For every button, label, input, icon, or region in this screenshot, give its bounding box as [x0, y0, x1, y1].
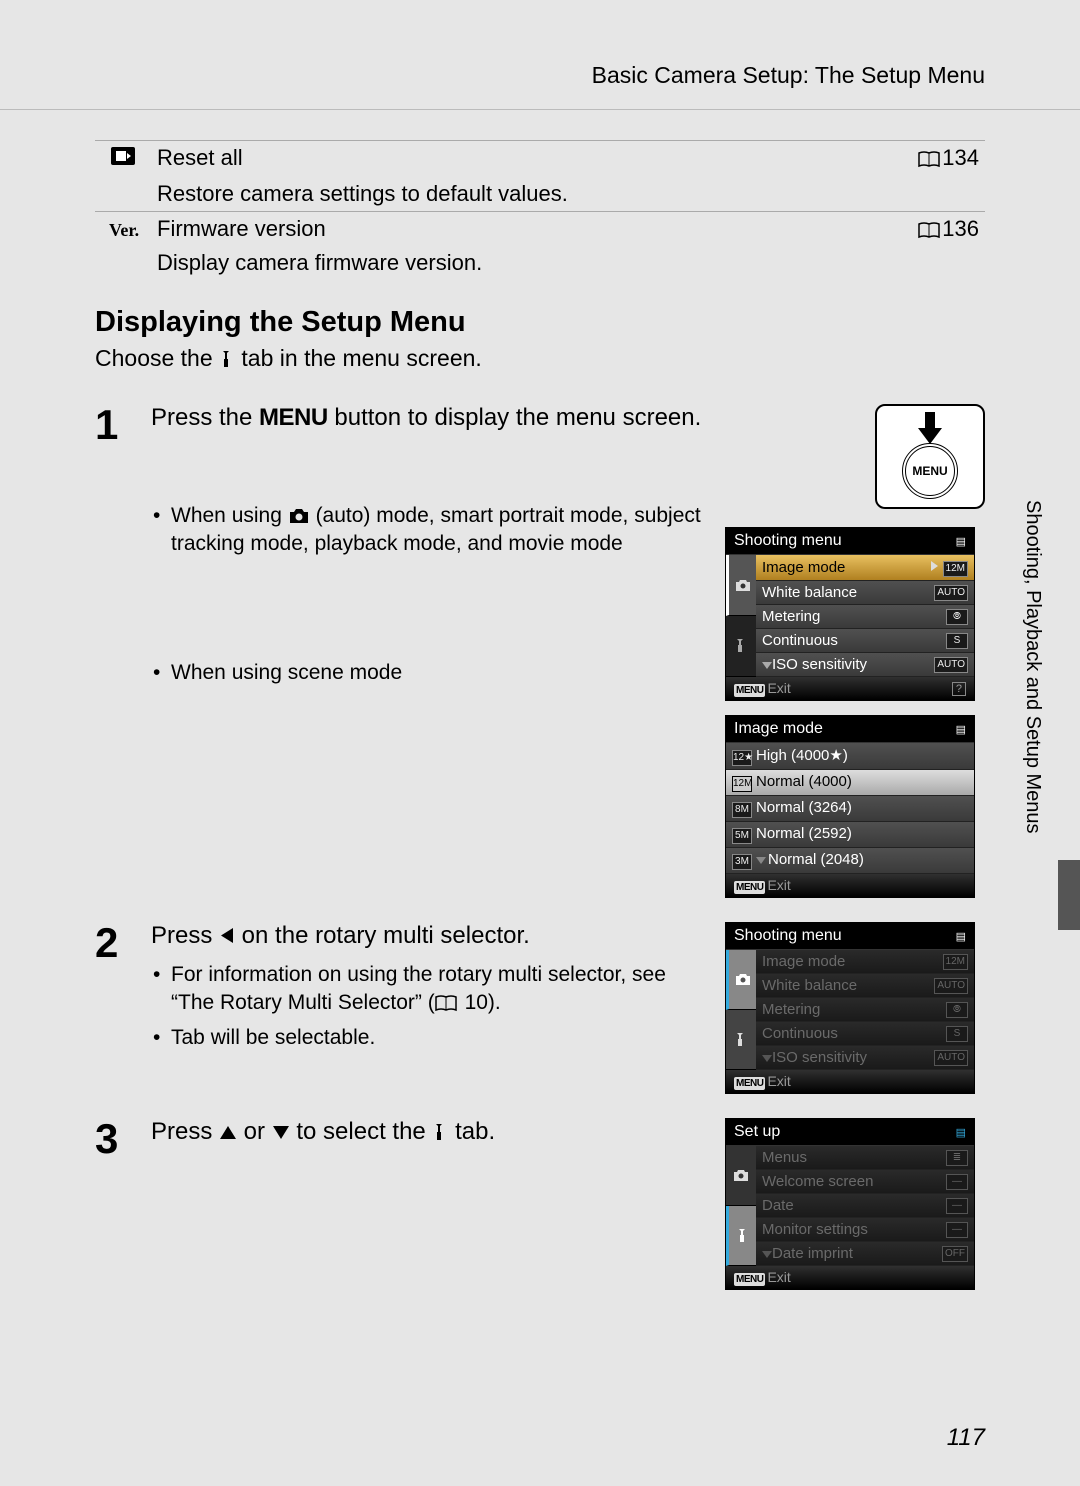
step-number: 2	[95, 922, 133, 964]
list-item: Date imprintOFF	[756, 1242, 974, 1266]
camera-icon	[288, 507, 310, 525]
step-2-bullet-1: For information on using the rotary mult…	[151, 961, 707, 1018]
tab-camera-icon	[726, 950, 756, 1010]
step-1-bullet-1: When using (auto) mode, smart portrait m…	[151, 502, 707, 559]
left-triangle-icon	[219, 923, 235, 951]
tab-wrench-icon	[726, 1010, 756, 1070]
list-item: Image mode12M	[756, 950, 974, 974]
shooting-menu-screen: Shooting menu▤ Image mode 12M White bala…	[725, 527, 975, 701]
step-number: 1	[95, 404, 133, 446]
reset-icon	[109, 145, 137, 167]
list-item: Menus≣	[756, 1146, 974, 1170]
page-number: 117	[947, 1424, 985, 1452]
step-2: 2 Press on the rotary multi selector. Fo…	[95, 922, 985, 1108]
step-2-bullet-2: Tab will be selectable.	[151, 1024, 707, 1052]
step-1-bullet-2: When using scene mode	[151, 659, 707, 687]
list-item: 12MNormal (4000)	[726, 770, 974, 796]
shooting-menu-screen-dim: Shooting menu▤ Image mode12M White balan…	[725, 922, 975, 1094]
list-item: ContinuousS	[756, 629, 974, 653]
book-icon	[435, 995, 457, 1012]
step-3: 3 Press or to select the tab. Set up▤ Me…	[95, 1118, 985, 1304]
wrench-icon	[219, 350, 235, 368]
side-thumb-tab	[1058, 860, 1080, 930]
firmware-desc: Display camera firmware version.	[151, 246, 985, 280]
list-item: White balanceAUTO	[756, 974, 974, 998]
list-item: ISO sensitivityAUTO	[756, 1046, 974, 1070]
list-item: Metering⦾	[756, 605, 974, 629]
book-icon	[918, 151, 940, 168]
tab-wrench-icon	[726, 1206, 756, 1266]
list-item: 3MNormal (2048)	[726, 848, 974, 874]
list-item: Image mode 12M	[756, 555, 974, 581]
list-item: White balanceAUTO	[756, 581, 974, 605]
section-heading: Displaying the Setup Menu	[95, 306, 985, 339]
down-triangle-icon	[272, 1119, 290, 1147]
book-icon	[918, 222, 940, 239]
menu-button-circle: MENU	[902, 443, 958, 499]
step-1: 1 Press the MENU button to display the m…	[95, 404, 985, 912]
tab-camera-icon	[726, 1146, 756, 1206]
list-item: Welcome screen—	[756, 1170, 974, 1194]
tab-camera-icon	[726, 555, 756, 616]
down-arrow-icon	[913, 412, 947, 451]
list-item: 12★High (4000★)	[726, 743, 974, 770]
version-icon: Ver.	[109, 220, 137, 242]
list-item: 5MNormal (2592)	[726, 822, 974, 848]
list-item: Metering⦾	[756, 998, 974, 1022]
firmware-page-ref: 136	[875, 212, 985, 247]
step-number: 3	[95, 1118, 133, 1160]
list-item: Date—	[756, 1194, 974, 1218]
settings-table: Reset all 134 Restore camera settings to…	[95, 140, 985, 280]
side-label: Shooting, Playback and Setup Menus	[1021, 500, 1044, 834]
list-item: ISO sensitivityAUTO	[756, 653, 974, 677]
up-triangle-icon	[219, 1119, 237, 1147]
wrench-icon	[432, 1123, 448, 1141]
section-intro: Choose the tab in the menu screen.	[95, 345, 985, 372]
page-header: Basic Camera Setup: The Setup Menu	[592, 62, 985, 89]
list-item: ContinuousS	[756, 1022, 974, 1046]
image-mode-screen: Image mode▤ 12★High (4000★) 12MNormal (4…	[725, 715, 975, 898]
reset-all-page-ref: 134	[875, 141, 985, 178]
list-item: Monitor settings—	[756, 1218, 974, 1242]
step-3-title: Press or to select the tab.	[151, 1118, 707, 1147]
list-item: 8MNormal (3264)	[726, 796, 974, 822]
step-1-title: Press the MENU button to display the men…	[151, 404, 707, 432]
reset-all-label: Reset all	[151, 141, 875, 178]
menu-button-graphic: MENU	[875, 404, 985, 509]
setup-screen: Set up▤ Menus≣ Welcome screen— Date— Mon…	[725, 1118, 975, 1290]
tab-wrench-icon	[726, 616, 756, 677]
step-2-title: Press on the rotary multi selector.	[151, 922, 707, 951]
reset-all-desc: Restore camera settings to default value…	[151, 177, 985, 212]
firmware-label: Firmware version	[151, 212, 875, 247]
